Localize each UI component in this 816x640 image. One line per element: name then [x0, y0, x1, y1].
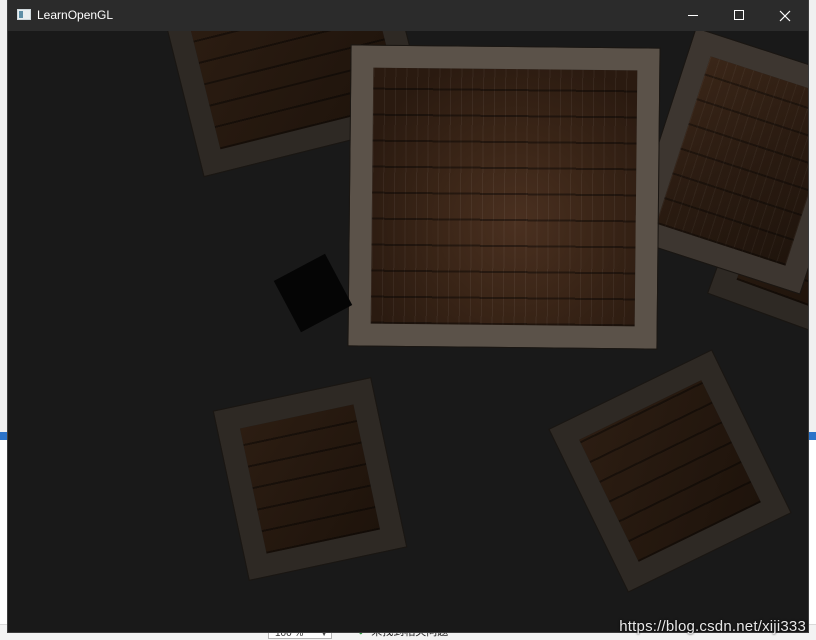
title-bar[interactable]: LearnOpenGL	[8, 0, 808, 31]
app-icon	[17, 9, 31, 20]
light-cube	[273, 253, 353, 333]
close-button[interactable]	[762, 0, 808, 31]
maximize-button[interactable]	[716, 0, 762, 31]
background-edge	[0, 432, 8, 440]
background-edge	[808, 432, 816, 440]
minimize-button[interactable]	[670, 0, 716, 31]
crate	[347, 44, 661, 350]
window-title: LearnOpenGL	[37, 8, 114, 22]
close-icon	[779, 10, 791, 22]
crate	[548, 349, 792, 593]
crate	[212, 377, 408, 581]
opengl-viewport[interactable]	[8, 31, 808, 632]
watermark: https://blog.csdn.net/xiji333	[619, 618, 806, 635]
app-window: LearnOpenGL	[8, 0, 808, 632]
